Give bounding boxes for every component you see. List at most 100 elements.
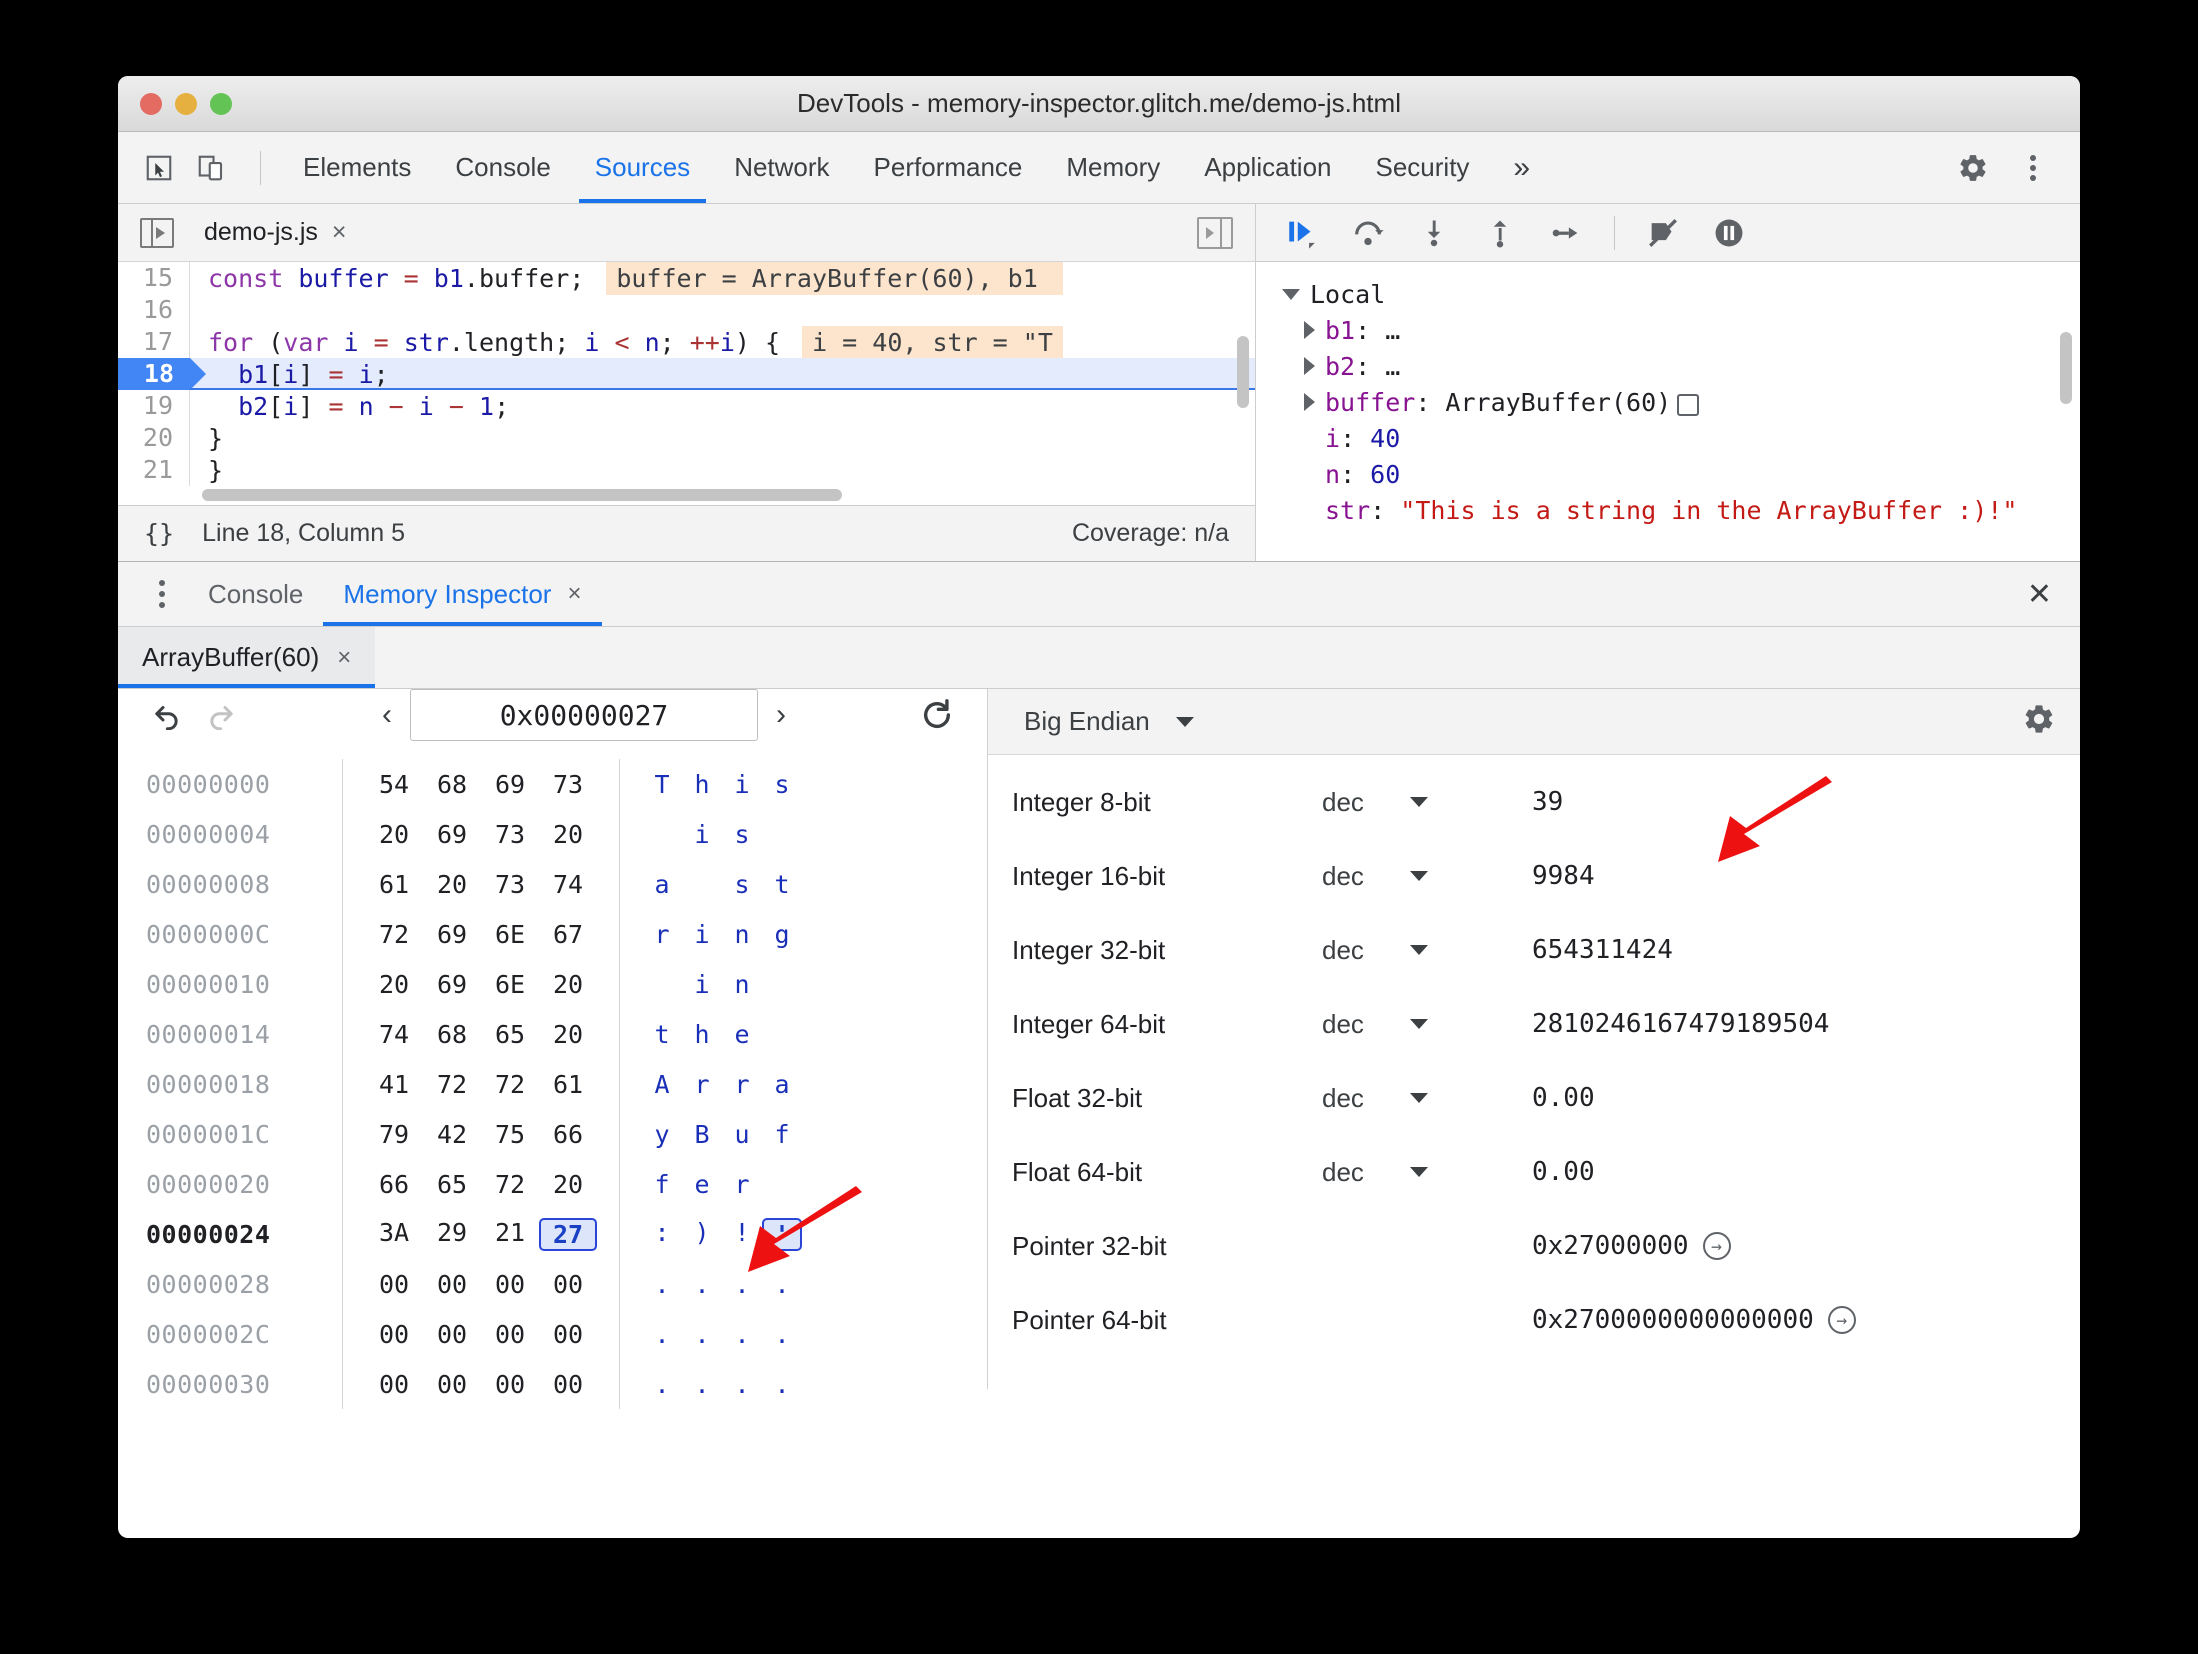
previous-page-icon[interactable]: ‹ [376, 698, 398, 732]
hex-row[interactable]: 00000030 00 00 00 00.... [146, 1359, 987, 1409]
hex-byte[interactable]: 61 [539, 1070, 597, 1099]
hex-byte[interactable]: 21 [481, 1218, 539, 1251]
hex-byte[interactable]: 68 [423, 1020, 481, 1049]
hex-byte[interactable]: 42 [423, 1120, 481, 1149]
gear-icon[interactable] [1950, 146, 1996, 190]
step-out-icon[interactable] [1476, 211, 1524, 255]
hex-byte[interactable]: 68 [423, 770, 481, 799]
hex-row[interactable]: 00000000 54 68 69 73 Th i s [146, 759, 987, 809]
hex-byte[interactable]: 72 [423, 1070, 481, 1099]
hex-byte[interactable]: 65 [423, 1170, 481, 1199]
hex-byte[interactable]: 00 [481, 1270, 539, 1299]
ascii-char[interactable]: h [682, 1020, 722, 1049]
tab-sources[interactable]: Sources [573, 132, 712, 203]
ascii-char[interactable]: s [722, 870, 762, 899]
chevron-right-icon[interactable] [1304, 357, 1315, 375]
address-input[interactable]: 0x00000027 [410, 689, 758, 741]
value-mode-dropdown[interactable]: dec [1322, 1009, 1532, 1040]
ascii-char[interactable]: t [642, 1020, 682, 1049]
tab-security[interactable]: Security [1354, 132, 1492, 203]
code-line[interactable]: 16 [118, 294, 1255, 326]
device-toolbar-icon[interactable] [188, 146, 234, 190]
line-number[interactable]: 21 [118, 454, 190, 486]
ascii-char[interactable]: n [722, 970, 762, 999]
ascii-char[interactable]: r [722, 1070, 762, 1099]
hex-byte[interactable]: 65 [481, 1020, 539, 1049]
hex-byte[interactable]: 00 [423, 1270, 481, 1299]
ascii-char[interactable]: r [642, 920, 682, 949]
pretty-print-icon[interactable]: {} [144, 519, 174, 548]
code-editor[interactable]: 15 const buffer = b1.buffer; buffer = Arra… [118, 262, 1255, 505]
hex-byte[interactable]: 69 [423, 970, 481, 999]
hex-byte[interactable]: 73 [481, 820, 539, 849]
step-into-icon[interactable] [1410, 211, 1458, 255]
hex-byte[interactable]: 74 [539, 870, 597, 899]
hex-byte[interactable]: 69 [481, 770, 539, 799]
hex-byte[interactable]: 73 [539, 770, 597, 799]
scope-variable-row[interactable]: buffer: ArrayBuffer(60) [1256, 384, 2080, 420]
hex-row[interactable]: 00000020 66 65 72 20 f e r [146, 1159, 987, 1209]
ascii-char[interactable]: T [642, 770, 682, 799]
ascii-char[interactable]: r [722, 1170, 762, 1199]
hex-byte[interactable]: 72 [481, 1070, 539, 1099]
hex-byte[interactable]: 72 [481, 1170, 539, 1199]
value-mode-dropdown[interactable]: dec [1322, 1083, 1532, 1114]
undo-icon[interactable] [142, 691, 194, 739]
hex-byte[interactable]: 20 [539, 820, 597, 849]
ascii-char[interactable]: e [682, 1170, 722, 1199]
ascii-char[interactable]: . [642, 1370, 682, 1399]
ascii-char[interactable]: i [682, 820, 722, 849]
line-number[interactable]: 15 [118, 262, 190, 294]
hex-byte[interactable]: 69 [423, 820, 481, 849]
next-page-icon[interactable]: › [770, 698, 792, 732]
ascii-char[interactable]: s [722, 820, 762, 849]
hex-byte[interactable]: 6E [481, 920, 539, 949]
scope-vertical-scrollbar[interactable] [2060, 332, 2072, 404]
hex-byte[interactable]: 41 [365, 1070, 423, 1099]
ascii-char[interactable]: h [682, 770, 722, 799]
scope-variable-row[interactable]: b2: … [1256, 348, 2080, 384]
hex-row[interactable]: 00000014 74 68 65 20 t h e [146, 1009, 987, 1059]
hex-byte[interactable]: 61 [365, 870, 423, 899]
ascii-char[interactable] [762, 820, 802, 849]
ascii-char[interactable]: : [642, 1218, 682, 1251]
hex-byte[interactable]: 00 [481, 1370, 539, 1399]
hex-byte[interactable]: 74 [365, 1020, 423, 1049]
hex-byte[interactable]: 00 [365, 1320, 423, 1349]
redo-icon[interactable] [194, 691, 246, 739]
line-number[interactable]: 18 [118, 358, 206, 390]
ascii-char[interactable] [642, 970, 682, 999]
hex-byte[interactable]: 20 [365, 820, 423, 849]
ascii-char[interactable]: a [642, 870, 682, 899]
deactivate-breakpoints-icon[interactable] [1639, 211, 1687, 255]
hex-byte[interactable]: 73 [481, 870, 539, 899]
ascii-char[interactable]: . [762, 1370, 802, 1399]
ascii-char[interactable] [762, 1170, 802, 1199]
file-tab-demo-js[interactable]: demo-js.js × [194, 204, 357, 261]
close-icon[interactable]: × [337, 644, 351, 672]
jump-to-address-icon[interactable]: → [1702, 1232, 1731, 1260]
refresh-icon[interactable] [911, 691, 963, 739]
tab-application[interactable]: Application [1182, 132, 1353, 203]
hex-row[interactable]: 0000001C 79 42 75 66 y Bu f [146, 1109, 987, 1159]
tab-console[interactable]: Console [433, 132, 572, 203]
hex-byte[interactable]: 54 [365, 770, 423, 799]
ascii-char[interactable]: u [722, 1120, 762, 1149]
ascii-char[interactable]: . [762, 1270, 802, 1299]
buffer-tab-arraybuffer[interactable]: ArrayBuffer(60) × [118, 627, 376, 688]
hex-byte[interactable]: 29 [423, 1218, 481, 1251]
ascii-char[interactable]: ) [682, 1218, 722, 1251]
scope-variable-row[interactable]: b1: … [1256, 312, 2080, 348]
scope-section-local[interactable]: Local [1256, 276, 2080, 312]
code-line[interactable]: 20} [118, 422, 1255, 454]
pause-on-exceptions-icon[interactable] [1705, 211, 1753, 255]
ascii-char[interactable]: f [642, 1170, 682, 1199]
drawer-close-icon[interactable]: ✕ [2027, 577, 2052, 612]
ascii-char[interactable]: . [722, 1370, 762, 1399]
tab-memory[interactable]: Memory [1044, 132, 1182, 203]
hex-byte[interactable]: 79 [365, 1120, 423, 1149]
line-number[interactable]: 20 [118, 422, 190, 454]
ascii-char[interactable]: . [762, 1320, 802, 1349]
ascii-char[interactable]: A [642, 1070, 682, 1099]
ascii-char[interactable] [762, 1020, 802, 1049]
